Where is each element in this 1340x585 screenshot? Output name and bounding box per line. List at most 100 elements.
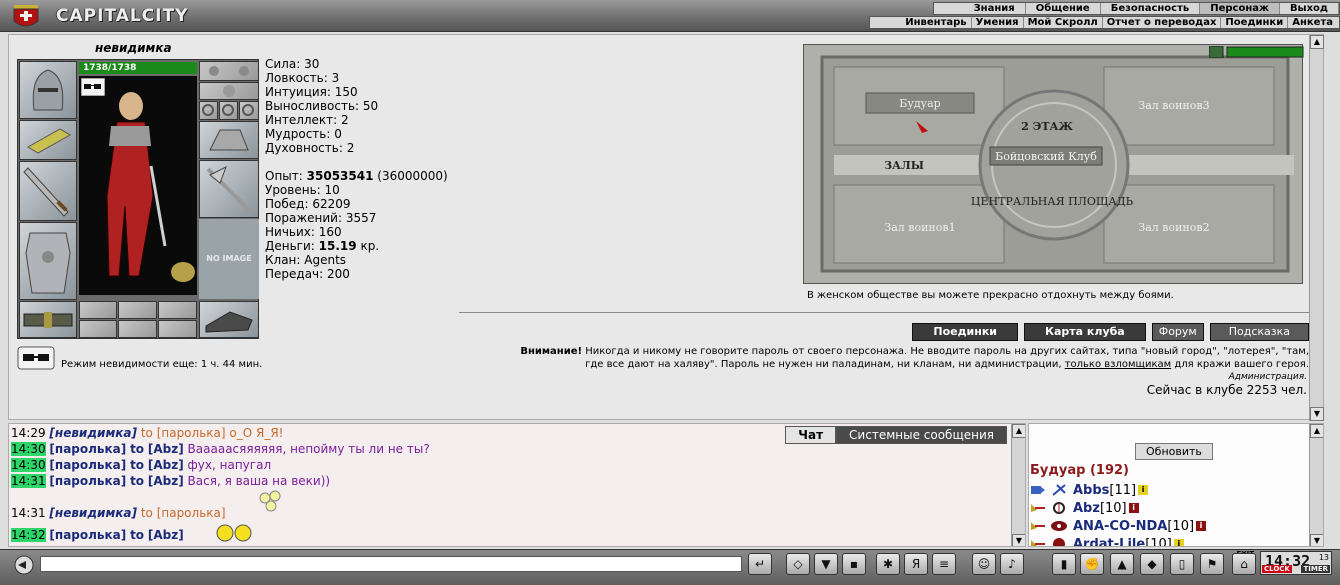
empty-shield-slot[interactable]: NO IMAGE bbox=[199, 219, 259, 299]
tab-system-messages[interactable]: Системные сообщения bbox=[836, 426, 1007, 444]
speed-icon[interactable]: ≡ bbox=[932, 553, 956, 575]
nav-transfer-report[interactable]: Отчет о переводах bbox=[1103, 17, 1222, 28]
map-room-hall3[interactable]: Зал воинов3 bbox=[1138, 99, 1209, 112]
map-room-hall1[interactable]: Зал воинов1 bbox=[884, 221, 955, 234]
map-halls-label[interactable]: ЗАЛЫ bbox=[884, 159, 924, 172]
nav-profile[interactable]: Анкета bbox=[1288, 17, 1339, 28]
hackers-link[interactable]: только взломщикам bbox=[1065, 359, 1171, 370]
earrings-slot[interactable] bbox=[199, 61, 259, 81]
chat-message: 14:29 [невидимка] to [паролька] о_О Я_Я! bbox=[11, 426, 284, 440]
bracers-slot[interactable] bbox=[19, 120, 77, 160]
map-room-hall2[interactable]: Зал воинов2 bbox=[1138, 221, 1209, 234]
boots-slot[interactable] bbox=[199, 301, 259, 338]
main-scrollbar[interactable]: ▲ ▼ bbox=[1309, 35, 1324, 421]
nav-knowledge[interactable]: Знания bbox=[934, 3, 1026, 14]
user-info-icon[interactable]: i bbox=[1138, 485, 1149, 495]
ring-slot-3[interactable] bbox=[239, 101, 259, 120]
scroll-up-icon[interactable]: ▲ bbox=[1012, 424, 1025, 438]
scroll-up-icon[interactable]: ▲ bbox=[1310, 35, 1324, 49]
nav-security[interactable]: Безопасность bbox=[1101, 3, 1201, 14]
belt-item-slot-6[interactable] bbox=[158, 320, 197, 338]
belt-item-slot-2[interactable] bbox=[118, 301, 157, 319]
club-map-button[interactable]: Карта клуба bbox=[1024, 323, 1146, 341]
nav-character[interactable]: Персонаж bbox=[1200, 3, 1280, 14]
send-icon[interactable]: ↵ bbox=[748, 553, 772, 575]
sound-icon[interactable]: ♪ bbox=[1000, 553, 1024, 575]
ring-slot-2[interactable] bbox=[219, 101, 238, 120]
refresh-button[interactable]: Обновить bbox=[1135, 443, 1213, 460]
nav-skills[interactable]: Умения bbox=[972, 17, 1024, 28]
scroll-down-icon[interactable]: ▼ bbox=[1310, 407, 1324, 421]
forum-button[interactable]: Форум bbox=[1151, 323, 1204, 341]
nav-exit[interactable]: Выход bbox=[1280, 3, 1339, 14]
user-info-icon[interactable]: i bbox=[1173, 539, 1184, 546]
room-title: Будуар (192) bbox=[1030, 463, 1129, 478]
belt-item-slot-3[interactable] bbox=[158, 301, 197, 319]
user-row[interactable]: ANA-CO-NDA [10] i bbox=[1031, 518, 1207, 534]
gloves-slot[interactable] bbox=[199, 121, 259, 159]
private-message-icon[interactable] bbox=[1031, 520, 1045, 532]
top-bar: CAPITALCITY Знания Общение Безопасность … bbox=[0, 0, 1340, 32]
clear-icon[interactable]: ◇ bbox=[786, 553, 810, 575]
shop-icon[interactable]: ▲ bbox=[1110, 553, 1134, 575]
map-room-boudoir[interactable]: Будуар bbox=[899, 97, 940, 110]
chat-nick[interactable]: невидимка bbox=[55, 506, 132, 520]
weapon-slot[interactable] bbox=[19, 161, 77, 221]
chat-input[interactable] bbox=[40, 556, 742, 572]
scroll-down-icon[interactable]: ▼ bbox=[1310, 534, 1323, 546]
offhand-slot[interactable] bbox=[199, 160, 259, 218]
user-row[interactable]: Abz [10] i bbox=[1031, 500, 1139, 516]
bottom-toolbar: ↵ ◇ ▼ ▪ ✱ Я ≡ ☺ ♪ ▮ ✊ ▲ ◆ ▯ ⚑ EXIT ⌂ 14:… bbox=[0, 549, 1340, 585]
chat-nick[interactable]: паролька bbox=[55, 442, 121, 456]
map-square-label[interactable]: ЦЕНТРАЛЬНАЯ ПЛОЩАДЬ bbox=[971, 195, 1134, 208]
belt-item-slot-5[interactable] bbox=[118, 320, 157, 338]
users-scrollbar[interactable]: ▲ ▼ bbox=[1309, 424, 1323, 546]
save-log-icon[interactable]: ▪ bbox=[842, 553, 866, 575]
inventory-icon[interactable]: ▮ bbox=[1052, 553, 1076, 575]
clock-button[interactable]: CLOCK bbox=[1262, 565, 1292, 573]
user-row[interactable]: Abbs [11] i bbox=[1031, 482, 1149, 498]
belt-item-slot-4[interactable] bbox=[79, 320, 117, 338]
chat-scrollbar[interactable]: ▲ ▼ bbox=[1011, 424, 1025, 546]
nav-communication[interactable]: Общение bbox=[1026, 3, 1101, 14]
club-map[interactable]: Будуар Зал воинов3 2 ЭТАЖ Бойцовский Клу… bbox=[803, 44, 1303, 284]
chat-nick[interactable]: паролька bbox=[55, 528, 121, 542]
nav-inventory[interactable]: Инвентарь bbox=[870, 17, 972, 28]
belt-item-slot-1[interactable] bbox=[79, 301, 117, 319]
belt-slot[interactable] bbox=[19, 301, 77, 338]
user-row[interactable]: Ardat-Lile [10] i bbox=[1031, 536, 1184, 547]
private-message-icon[interactable] bbox=[1031, 502, 1045, 514]
quest-icon[interactable]: ◆ bbox=[1140, 553, 1164, 575]
exit-icon[interactable]: ⌂ bbox=[1232, 553, 1256, 575]
nav-battles[interactable]: Поединки bbox=[1221, 17, 1289, 28]
filter-icon[interactable]: ▼ bbox=[814, 553, 838, 575]
nav-my-scroll[interactable]: Мой Скролл bbox=[1024, 17, 1103, 28]
user-info-icon[interactable]: i bbox=[1128, 503, 1139, 513]
amulet-slot[interactable] bbox=[199, 82, 259, 100]
chat-nick[interactable]: паролька bbox=[55, 474, 121, 488]
private-message-icon[interactable] bbox=[1031, 484, 1045, 496]
private-message-icon[interactable] bbox=[1031, 538, 1045, 547]
repair-icon[interactable]: ▯ bbox=[1170, 553, 1194, 575]
helmet-slot[interactable] bbox=[19, 61, 77, 119]
flag-icon[interactable]: ⚑ bbox=[1200, 553, 1224, 575]
action-icon[interactable]: ✱ bbox=[876, 553, 900, 575]
chat-mode-icon[interactable] bbox=[12, 555, 36, 575]
chat-nick[interactable]: невидимка bbox=[55, 426, 132, 440]
user-info-icon[interactable]: i bbox=[1196, 521, 1207, 531]
stat-money: Деньги: 15.19 кр. bbox=[265, 239, 380, 253]
fight-icon[interactable]: ✊ bbox=[1080, 553, 1104, 575]
tab-chat[interactable]: Чат bbox=[785, 426, 837, 444]
hint-button[interactable]: Подсказка bbox=[1209, 323, 1309, 341]
chat-nick[interactable]: паролька bbox=[55, 458, 121, 472]
scroll-up-icon[interactable]: ▲ bbox=[1310, 424, 1323, 438]
armor-slot[interactable] bbox=[19, 222, 77, 300]
map-room-club[interactable]: Бойцовский Клуб bbox=[995, 150, 1097, 163]
battles-button[interactable]: Поединки bbox=[912, 323, 1018, 341]
translit-icon[interactable]: Я bbox=[904, 553, 928, 575]
stat-intuition: Интуиция: 150 bbox=[265, 85, 358, 99]
timer-button[interactable]: TIMER bbox=[1301, 565, 1330, 573]
ring-slot-1[interactable] bbox=[199, 101, 218, 120]
scroll-down-icon[interactable]: ▼ bbox=[1012, 534, 1025, 546]
smileys-icon[interactable]: ☺ bbox=[972, 553, 996, 575]
